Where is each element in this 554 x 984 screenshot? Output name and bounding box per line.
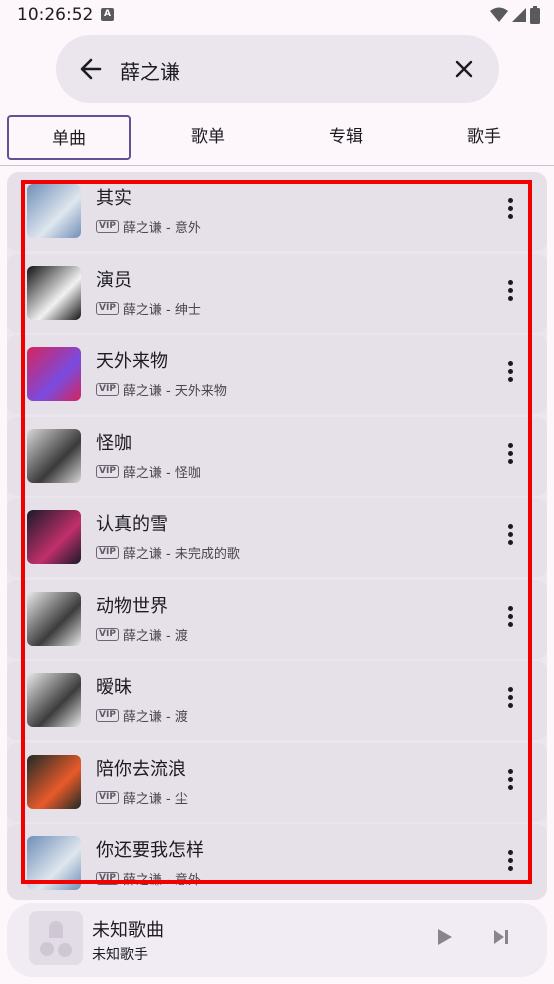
battery-icon (530, 6, 540, 24)
more-options-icon[interactable] (501, 767, 519, 797)
tab-artists[interactable]: 歌手 (422, 115, 546, 160)
vip-badge: VIP (96, 872, 119, 885)
more-options-icon[interactable] (501, 441, 519, 471)
next-button[interactable] (489, 925, 513, 949)
mini-player-title: 未知歌曲 (92, 920, 164, 941)
vip-badge: VIP (96, 301, 119, 315)
mini-player-artist: 未知歌手 (92, 947, 148, 963)
song-row[interactable]: 陪你去流浪 VIP 薛之谦 - 尘 (7, 742, 547, 822)
artist-album-text: 薛之谦 - 渡 (122, 628, 188, 644)
song-subtitle: VIP 薛之谦 - 尘 (96, 788, 188, 807)
skip-next-icon (494, 930, 508, 944)
clear-button[interactable] (450, 55, 478, 83)
song-row[interactable]: 暧昧 VIP 薛之谦 - 渡 (7, 661, 547, 740)
more-options-icon[interactable] (501, 604, 519, 634)
artist-album-text: 薛之谦 - 未完成的歌 (122, 547, 240, 562)
search-bar[interactable]: 薛之谦 (56, 35, 499, 103)
song-row[interactable]: 演员 VIP 薛之谦 - 绅士 (7, 253, 547, 333)
song-title: 其实 (96, 188, 132, 209)
tab-bar: 单曲 歌单 专辑 歌手 (0, 110, 554, 166)
play-icon (438, 929, 452, 945)
song-subtitle: VIP 薛之谦 - 意外 (96, 217, 201, 236)
play-button[interactable] (432, 925, 456, 949)
song-row[interactable]: 天外来物 VIP 薛之谦 - 天外来物 (7, 335, 547, 414)
more-options-icon[interactable] (501, 848, 519, 878)
album-cover (27, 347, 81, 401)
song-row[interactable]: 认真的雪 VIP 薛之谦 - 未完成的歌 (7, 498, 547, 577)
status-icons (490, 6, 540, 24)
vip-badge: VIP (96, 546, 119, 559)
song-title: 演员 (96, 269, 132, 291)
vip-badge: VIP (96, 383, 119, 396)
song-title: 动物世界 (96, 595, 168, 617)
artist-album-text: 薛之谦 - 绅士 (122, 302, 201, 318)
vip-badge: VIP (96, 709, 119, 722)
song-row[interactable]: 怪咖 VIP 薛之谦 - 怪咖 (7, 416, 547, 496)
song-title: 认真的雪 (96, 514, 168, 535)
vip-badge: VIP (96, 790, 119, 804)
search-input[interactable]: 薛之谦 (120, 56, 180, 85)
song-subtitle: VIP 薛之谦 - 渡 (96, 706, 188, 725)
song-title: 陪你去流浪 (96, 758, 186, 780)
song-row[interactable]: 你还要我怎样 VIP 薛之谦 - 意外 (7, 824, 547, 900)
album-cover (27, 184, 81, 238)
artist-album-text: 薛之谦 - 怪咖 (122, 465, 201, 481)
artist-album-text: 薛之谦 - 渡 (122, 710, 188, 725)
song-title: 怪咖 (96, 432, 132, 454)
close-icon (455, 60, 473, 78)
song-title: 暧昧 (96, 677, 132, 698)
back-arrow-icon (80, 58, 102, 80)
album-cover (27, 673, 81, 727)
song-subtitle: VIP 薛之谦 - 天外来物 (96, 380, 227, 399)
notification-a-icon: A (101, 8, 114, 21)
more-options-icon[interactable] (501, 522, 519, 552)
album-cover (27, 754, 81, 809)
vip-badge: VIP (96, 464, 119, 478)
song-subtitle: VIP 薛之谦 - 渡 (96, 625, 188, 644)
tab-albums[interactable]: 专辑 (284, 115, 408, 160)
song-subtitle: VIP 薛之谦 - 怪咖 (96, 462, 201, 481)
artist-album-text: 薛之谦 - 意外 (122, 221, 201, 236)
artist-album-text: 薛之谦 - 意外 (122, 873, 201, 888)
status-bar: 10:26:52 A (0, 0, 554, 32)
mini-player[interactable]: 未知歌曲 未知歌手 (7, 903, 547, 977)
song-subtitle: VIP 薛之谦 - 绅士 (96, 299, 201, 318)
more-options-icon[interactable] (501, 278, 519, 308)
vip-badge: VIP (96, 627, 119, 641)
wifi-icon (490, 7, 508, 22)
music-placeholder-icon (40, 921, 72, 957)
mini-player-cover (29, 911, 83, 965)
album-cover (27, 591, 81, 646)
tab-playlists[interactable]: 歌单 (146, 115, 270, 160)
song-row[interactable]: 动物世界 VIP 薛之谦 - 渡 (7, 579, 547, 659)
back-button[interactable] (78, 55, 104, 83)
song-row[interactable]: 其实 VIP 薛之谦 - 意外 (7, 172, 547, 251)
album-cover (27, 510, 81, 564)
album-cover (27, 265, 81, 320)
more-options-icon[interactable] (501, 196, 519, 226)
song-list[interactable]: 其实 VIP 薛之谦 - 意外 演员 VIP 薛之谦 - 绅士 天外来物 VIP 薛之谦 - 天… (7, 172, 547, 900)
artist-album-text: 薛之谦 - 尘 (122, 791, 188, 807)
album-cover (27, 428, 81, 483)
song-title: 天外来物 (96, 351, 168, 372)
song-title: 你还要我怎样 (96, 840, 204, 861)
song-subtitle: VIP 薛之谦 - 未完成的歌 (96, 543, 240, 562)
album-cover (27, 836, 81, 890)
artist-album-text: 薛之谦 - 天外来物 (122, 384, 227, 399)
status-time: 10:26:52 (17, 5, 94, 25)
more-options-icon[interactable] (501, 685, 519, 715)
tab-songs[interactable]: 单曲 (7, 115, 131, 160)
more-options-icon[interactable] (501, 359, 519, 389)
song-subtitle: VIP 薛之谦 - 意外 (96, 869, 201, 888)
vip-badge: VIP (96, 220, 119, 233)
signal-icon (512, 8, 526, 22)
